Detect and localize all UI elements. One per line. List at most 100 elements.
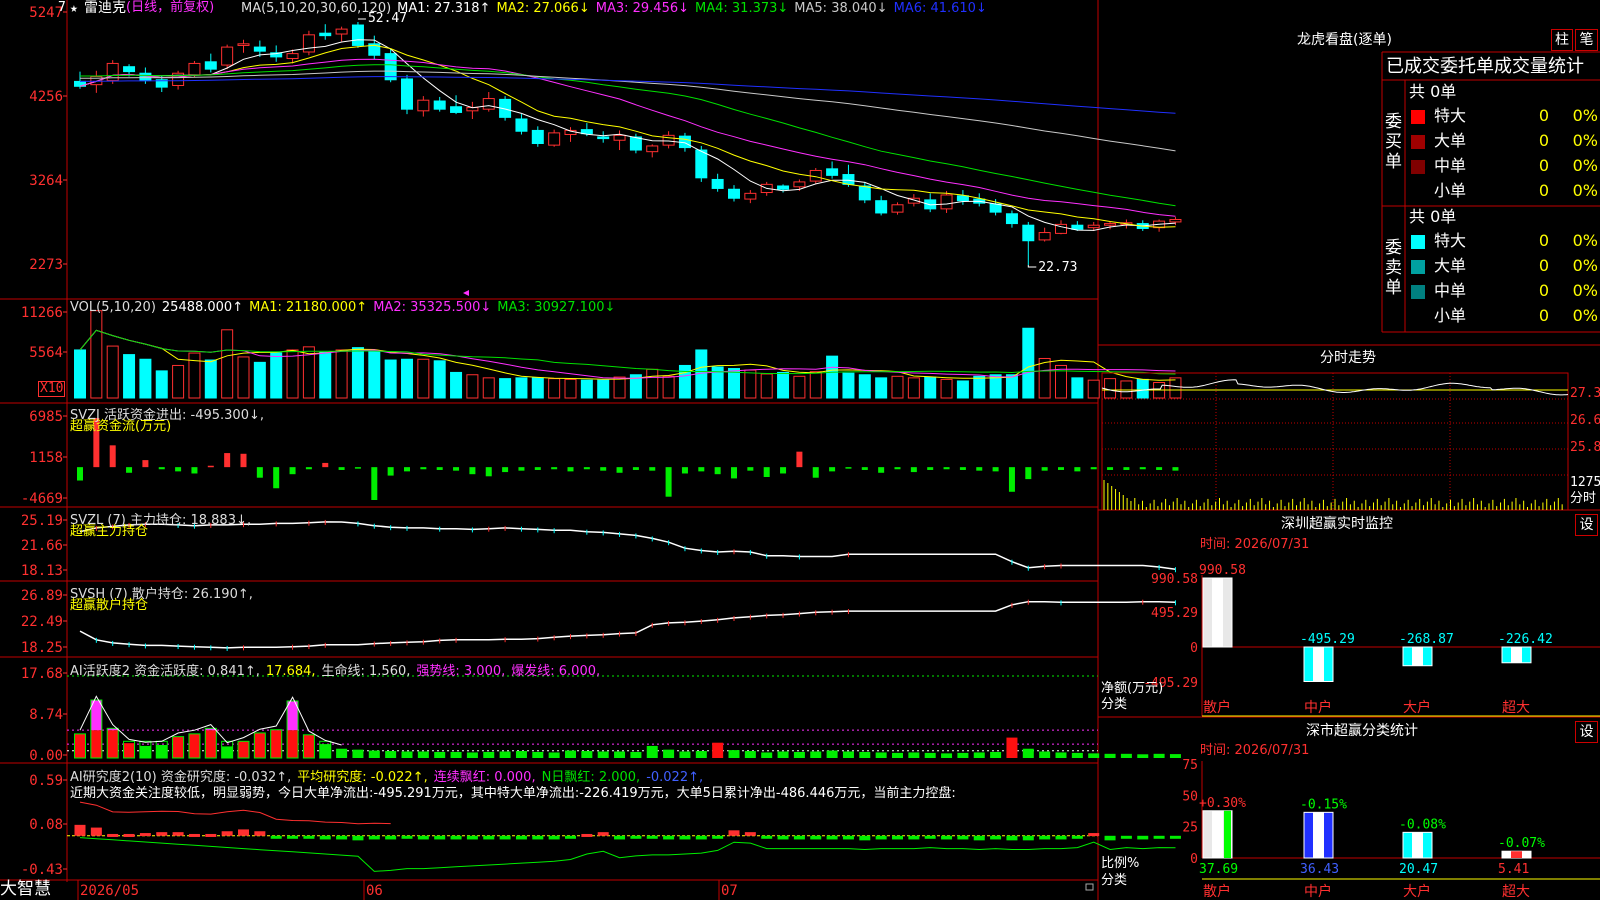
ai2-comment: 近期大资金关注度较低，明显弱势，今日大单净流出:-495.291万元，其中特大单… [70, 786, 956, 801]
ai2-bar [744, 832, 756, 836]
candle-body [678, 135, 691, 149]
vol-bar [875, 377, 888, 399]
sz-xlabel: 分类 [1101, 697, 1128, 712]
ai2-bar [90, 827, 102, 836]
vol-bar [286, 349, 299, 399]
candle [613, 130, 626, 151]
candle [1022, 221, 1035, 265]
svzj-bar [240, 453, 247, 468]
order-qty: 0 [1538, 231, 1549, 250]
order-color-swatch [1411, 285, 1425, 299]
order-name: 大单 [1434, 131, 1467, 150]
fl-bar [1501, 850, 1532, 859]
kline-chart-area[interactable]: 524742563264227311266556469851158-466925… [0, 0, 1600, 900]
bar-mode-button[interactable]: 柱 [1551, 29, 1573, 51]
ai1-bar [515, 751, 527, 758]
fl-bar [1402, 831, 1433, 859]
ai1-bar [565, 750, 576, 758]
candle-body [417, 99, 430, 112]
ai2-bar [892, 835, 903, 840]
ai1-bar [908, 752, 920, 758]
svzj-bar [1008, 467, 1015, 492]
vol-y-label: 5564 [29, 345, 63, 361]
candle-body [450, 106, 463, 113]
candle-body [384, 53, 397, 81]
order-pct: 0% [1572, 181, 1598, 200]
ai2-bar [515, 835, 527, 840]
sz-title: 深圳超赢实时监控 [1281, 516, 1393, 532]
order-color-swatch [1411, 235, 1425, 249]
period-label[interactable]: (日线，前复权) [126, 0, 214, 16]
ai2-green-line [79, 837, 1176, 872]
entrust-title: 已成交委托单成交量统计 [1386, 56, 1584, 77]
ai1-bar [156, 745, 168, 758]
svzj-bar [469, 467, 476, 475]
ai1-bar [1071, 752, 1083, 758]
sz-y-label: 990.58 [1151, 572, 1198, 587]
ai2-bar [646, 835, 658, 839]
candle [777, 184, 790, 193]
svzj-bar [731, 467, 737, 479]
ai2-bar [156, 832, 168, 836]
candle-body [891, 204, 904, 213]
ai2-bar [597, 832, 609, 836]
fl-settings-button[interactable]: 设 [1575, 721, 1598, 743]
order-pct: 0% [1572, 131, 1598, 150]
header-item: 17.684, [265, 664, 316, 679]
fl-x-label: 超大 [1502, 884, 1530, 900]
ai1-bar [1169, 754, 1181, 758]
svsh-line [79, 600, 1176, 649]
candle [237, 39, 250, 53]
ai2-bar [859, 835, 871, 841]
tick-mode-button[interactable]: 笔 [1575, 29, 1598, 51]
sz-bar-label: -495.29 [1300, 632, 1355, 647]
stock-name[interactable]: 雷迪克 [84, 0, 126, 16]
vol-bar [335, 349, 348, 399]
vol-bar [1136, 378, 1149, 399]
ai1-y-label: 0.00 [29, 748, 63, 764]
vol-bar [237, 356, 250, 399]
low-marker [1027, 265, 1037, 268]
svzj-bar [665, 467, 672, 497]
fl-y-label: 50 [1182, 789, 1198, 804]
ai2-header: AI研究度2(10) 资金研究度: -0.032↑, 平均研究度: -0.022↑… [70, 766, 709, 785]
ai1-bar [548, 752, 560, 758]
left-marker: 7 [58, 0, 66, 15]
svzj-bar [1172, 467, 1179, 471]
ai1-bar [1153, 753, 1165, 758]
candle-body [1169, 218, 1182, 223]
candle [401, 74, 413, 115]
header-item: AI活跃度2 资金活跃度: 0.841↑, [70, 664, 260, 679]
sz-settings-button[interactable]: 设 [1575, 514, 1598, 536]
ai1-bar [303, 734, 315, 758]
svzj-bar [632, 467, 639, 470]
fl-chg-label: -0.15% [1300, 797, 1347, 812]
candle-body [875, 200, 888, 214]
candle-body [302, 34, 315, 53]
ai2-bar [1153, 835, 1165, 839]
candle-body [515, 118, 528, 132]
svzj-bar [191, 467, 198, 474]
ai1-bar [826, 750, 838, 758]
candle-body [1005, 213, 1018, 225]
sz-bar-shine [1511, 647, 1522, 663]
svzj-bar [1123, 467, 1130, 470]
vol-bar [417, 358, 430, 399]
ai1-bar [401, 751, 413, 758]
fl-value-label: 36.43 [1300, 862, 1339, 877]
ma-line [80, 64, 1176, 207]
ai1-bar [777, 751, 789, 758]
candle [450, 95, 463, 115]
vol-bar [777, 371, 790, 399]
fl-bar [1303, 811, 1334, 859]
vol-bar [678, 364, 691, 399]
svzj-bar [1074, 467, 1081, 472]
svzj-y-label: -4669 [21, 491, 63, 507]
ai2-bar [254, 831, 266, 836]
vol-unit[interactable]: X10 [38, 381, 66, 397]
vol-bar [253, 361, 266, 399]
ai2-bar [1088, 833, 1100, 837]
candle-body [237, 43, 250, 46]
ai1-bar [450, 751, 462, 758]
ma-header: MA(5,10,20,30,60,120) MA1: 27.318↑ MA2: 27… [241, 1, 993, 17]
